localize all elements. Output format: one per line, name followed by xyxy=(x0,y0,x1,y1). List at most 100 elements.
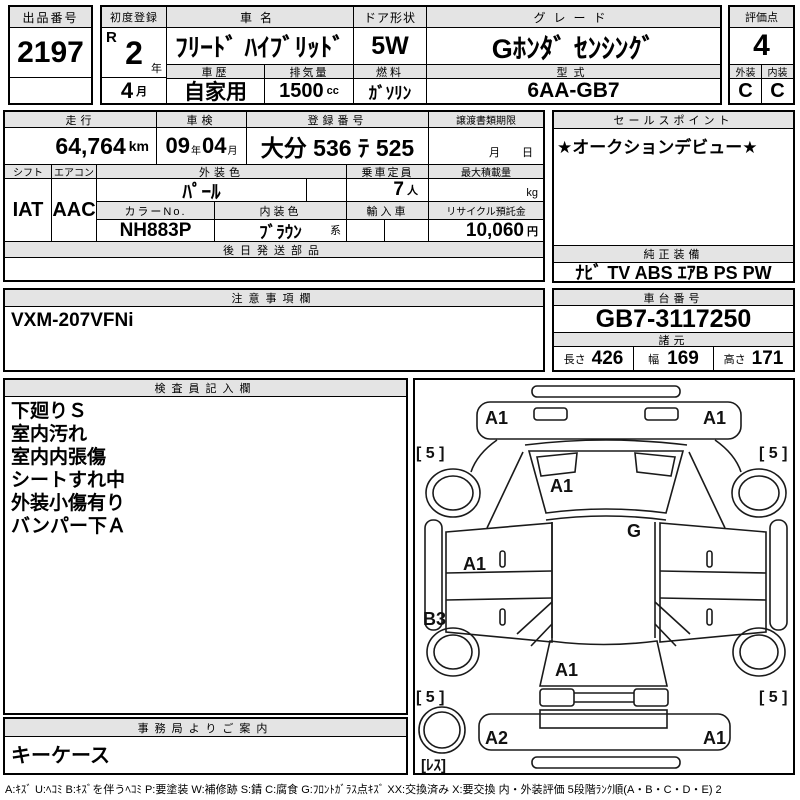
displacement-label: 排気量 xyxy=(265,65,354,79)
first-reg-month: 4 xyxy=(121,78,133,103)
first-reg-month-cell: 4 月 xyxy=(102,78,167,103)
tire-grade-front-right: [ 5 ] xyxy=(759,445,787,462)
inspection-year-unit: 年 xyxy=(191,142,201,157)
tire-grade-front-left: [ 5 ] xyxy=(416,445,444,462)
equipment-label: 純正装備 xyxy=(554,246,793,263)
vehicle-header-table: 初度登録 R 2 年 4 月 車名 ﾌﾘｰﾄﾞ ﾊｲﾌﾞﾘｯﾄﾞ 車歴 自家用 … xyxy=(100,5,722,105)
door-shape-label: ドア形状 xyxy=(354,7,427,28)
grade-value: Gﾎﾝﾀﾞ ｾﾝｼﾝｸﾞ xyxy=(427,28,720,65)
interior-color-suffix: 系 xyxy=(330,222,341,238)
chassis-no-value: GB7-3117250 xyxy=(554,306,793,333)
damage-label-windshield-chip: G xyxy=(627,521,641,541)
rear-right-tire xyxy=(733,628,785,676)
chassis-box: 車台番号 GB7-3117250 諸元 長さ 426 幅 169 高さ 171 xyxy=(552,288,795,372)
spec-length-label: 長さ xyxy=(564,351,586,367)
spec-width-cell: 幅 169 xyxy=(634,347,714,370)
first-reg-month-unit: 月 xyxy=(136,83,147,99)
score-label: 評価点 xyxy=(730,7,793,28)
mileage-unit: km xyxy=(129,138,149,154)
score-box: 評価点 4 外装 内装 C C xyxy=(728,5,795,105)
registration-label: 登録番号 xyxy=(247,112,429,128)
exterior-color-suffix-blank xyxy=(307,179,347,202)
spec-width-value: 169 xyxy=(667,348,699,370)
history-label: 車歴 xyxy=(167,65,265,79)
damage-diagram-box: A1 A1 [ 5 ] [ 5 ] A1 G A1 B3 A1 [ 5 ] [ … xyxy=(413,378,795,775)
door-shape-value: 5W xyxy=(354,28,427,65)
aircon-value: AAC xyxy=(52,179,97,242)
interior-color-value: ﾌﾞﾗｳﾝ xyxy=(259,220,302,242)
damage-label-windshield: A1 xyxy=(550,476,573,496)
inspection-cell: 09 年 04 月 xyxy=(157,128,247,165)
damage-label-front-bumper-right: A1 xyxy=(703,408,726,428)
vehicle-detail-table: 走行 64,764 km 車検 09 年 04 月 登録番号 大分 536 ﾃ … xyxy=(3,110,545,282)
sales-point-value: ★オークションデビュー★ xyxy=(554,129,793,246)
inspector-line: シートすれ中 xyxy=(11,469,400,492)
capacity-label: 乗車定員 xyxy=(347,165,429,179)
displacement-cell: 1500 cc xyxy=(265,79,354,103)
displacement-value: 1500 xyxy=(279,80,324,103)
damage-label-rear-bumper-left: A2 xyxy=(485,728,508,748)
fuel-value: ｶﾞｿﾘﾝ xyxy=(354,79,427,103)
auction-number-blank xyxy=(10,78,91,103)
exterior-color-value: ﾊﾟｰﾙ xyxy=(97,179,307,202)
import-car-label: 輸入車 xyxy=(347,202,429,220)
mileage-value: 64,764 xyxy=(55,133,125,160)
inspector-notes-label: 検査員記入欄 xyxy=(5,380,406,397)
inspection-month-unit: 月 xyxy=(227,142,237,157)
capacity-unit: 人 xyxy=(407,182,418,198)
damage-label-front-door-left: A1 xyxy=(463,554,486,574)
spec-height-value: 171 xyxy=(752,348,784,370)
front-left-tire xyxy=(426,469,480,517)
exterior-grade-label: 外装 xyxy=(730,65,762,79)
office-notice-value: キーケース xyxy=(5,737,406,773)
spare-tire-label: [ﾚｽ] xyxy=(421,757,446,773)
interior-grade-label: 内装 xyxy=(762,65,793,79)
first-reg-value: R 2 年 xyxy=(102,28,167,78)
max-load-cell: kg xyxy=(429,179,543,202)
inspector-line: 下廻りＳ xyxy=(11,400,400,423)
car-damage-diagram: A1 A1 [ 5 ] [ 5 ] A1 G A1 B3 A1 [ 5 ] [ … xyxy=(415,380,793,773)
sales-point-box: セールスポイント ★オークションデビュー★ 純正装備 ﾅﾋﾞ TV ABS ｴｱ… xyxy=(552,110,795,283)
damage-label-front-bumper-left: A1 xyxy=(485,408,508,428)
tire-grade-rear-right: [ 5 ] xyxy=(759,689,787,706)
interior-color-cell: ﾌﾞﾗｳﾝ 系 xyxy=(215,220,347,242)
spec-width-label: 幅 xyxy=(648,351,659,367)
fuel-label: 燃料 xyxy=(354,65,427,79)
sales-point-label: セールスポイント xyxy=(554,112,793,129)
transfer-month-unit: 月 xyxy=(489,144,500,160)
office-notice-box: 事務局よりご案内 キーケース xyxy=(3,717,408,775)
color-no-value: NH883P xyxy=(97,220,215,242)
displacement-unit: cc xyxy=(327,85,339,97)
shift-label: シフト xyxy=(5,165,52,179)
inspector-line: 室内内張傷 xyxy=(11,446,400,469)
inspector-line: 室内汚れ xyxy=(11,423,400,446)
shift-value: IAT xyxy=(5,179,52,242)
damage-labels: A1 A1 [ 5 ] [ 5 ] A1 G A1 B3 A1 [ 5 ] [ … xyxy=(416,408,787,773)
transfer-deadline-label: 譲渡書類期限 xyxy=(429,112,543,128)
auction-sheet: 出品番号 2197 初度登録 R 2 年 4 月 車名 ﾌﾘｰﾄﾞ ﾊｲﾌﾞﾘｯ… xyxy=(0,0,800,800)
recycle-cell: 10,060 円 xyxy=(429,220,543,242)
spec-height-cell: 高さ 171 xyxy=(714,347,793,370)
auction-number-box: 出品番号 2197 xyxy=(8,5,93,105)
registration-value: 大分 536 ﾃ 525 xyxy=(247,128,429,165)
transfer-deadline-cell: 月 日 xyxy=(429,128,543,165)
car-name-label: 車名 xyxy=(167,7,354,28)
grade-label: グレード xyxy=(427,7,720,28)
first-reg-label: 初度登録 xyxy=(102,7,167,28)
transfer-day-unit: 日 xyxy=(522,144,533,160)
specs-label: 諸元 xyxy=(554,333,793,347)
import-car-blank-1 xyxy=(347,220,385,242)
max-load-unit: kg xyxy=(526,187,538,199)
tire-grade-rear-left: [ 5 ] xyxy=(416,689,444,706)
chassis-no-label: 車台番号 xyxy=(554,290,793,306)
history-value: 自家用 xyxy=(167,79,265,103)
later-parts-value xyxy=(5,258,543,280)
inspector-notes-box: 検査員記入欄 下廻りＳ 室内汚れ 室内内張傷 シートすれ中 外装小傷有り バンパ… xyxy=(3,378,408,715)
front-right-tire xyxy=(732,469,786,517)
interior-color-label: 内装色 xyxy=(215,202,347,220)
spec-length-cell: 長さ 426 xyxy=(554,347,634,370)
import-car-blank-2 xyxy=(385,220,429,242)
mileage-label: 走行 xyxy=(5,112,157,128)
spec-height-label: 高さ xyxy=(724,351,746,367)
later-parts-label: 後日発送部品 xyxy=(5,242,543,258)
